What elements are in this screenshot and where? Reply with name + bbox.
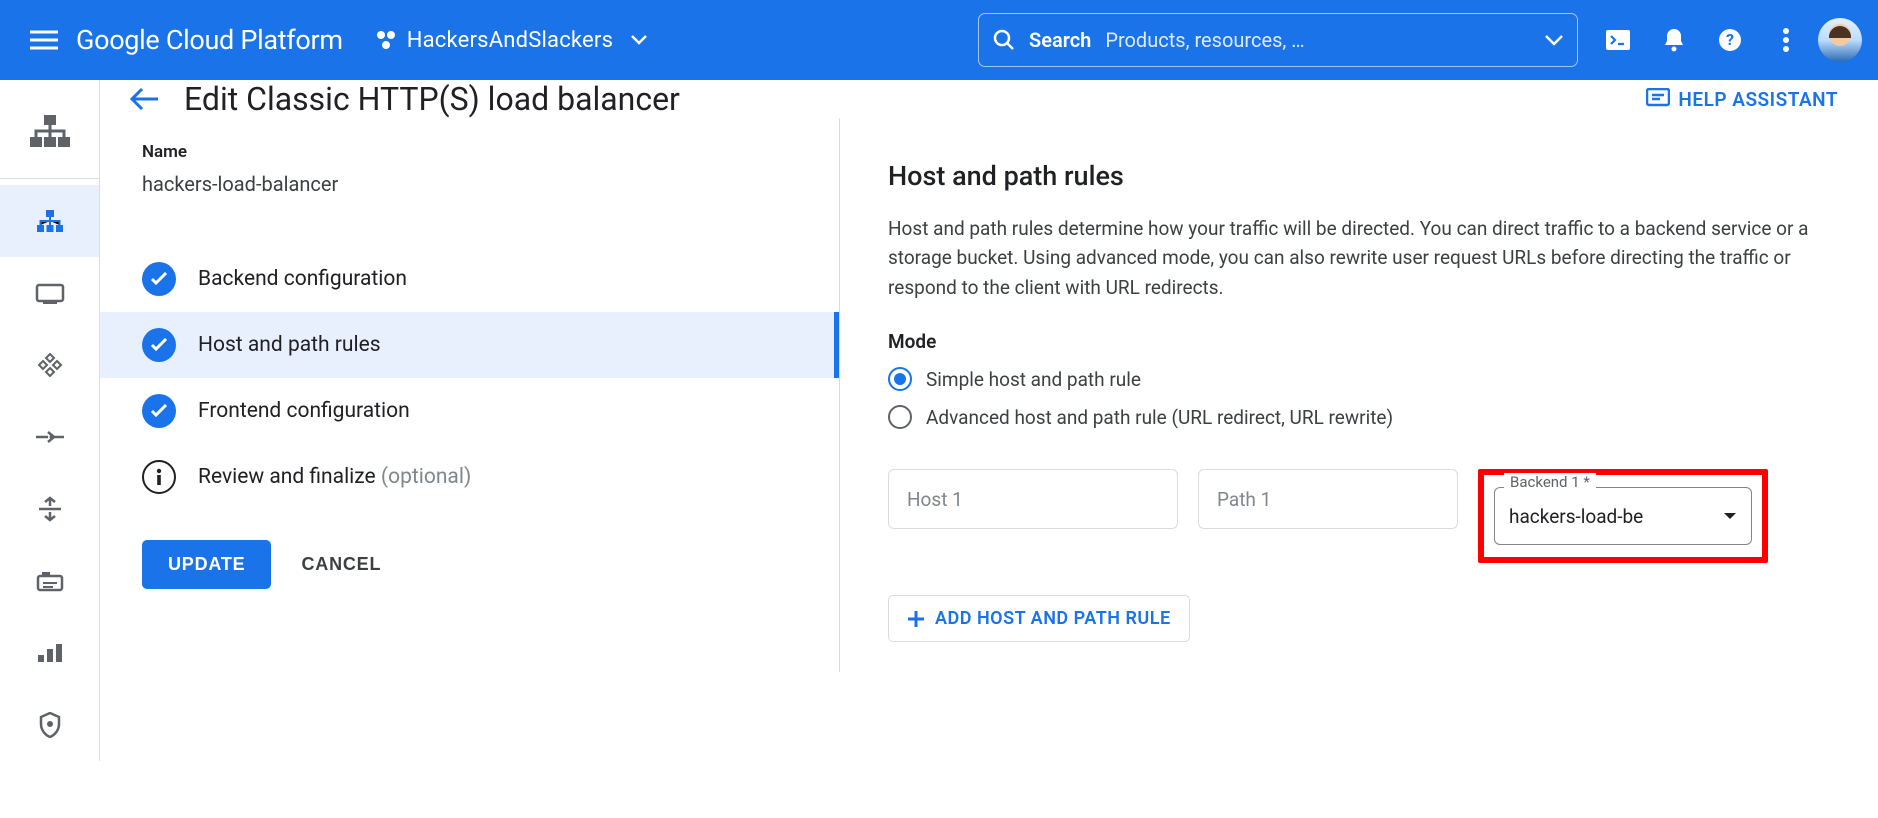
- radio-label: Simple host and path rule: [926, 368, 1141, 391]
- check-icon: [142, 394, 176, 428]
- rail-private-service-icon[interactable]: [0, 689, 99, 761]
- rail-network-services-icon[interactable]: [0, 92, 99, 172]
- review-optional: (optional): [381, 465, 471, 489]
- left-rail: [0, 80, 100, 761]
- path-placeholder: Path 1: [1217, 488, 1271, 511]
- step-label: Backend configuration: [198, 267, 407, 291]
- backend-highlight-box: hackers-load-be: [1478, 469, 1768, 563]
- name-label: Name: [142, 142, 809, 162]
- hamburger-menu[interactable]: [16, 12, 72, 68]
- left-config-panel: Name hackers-load-balancer Backend confi…: [100, 118, 840, 672]
- more-icon[interactable]: [1770, 24, 1802, 56]
- radio-label: Advanced host and path rule (URL redirec…: [926, 406, 1393, 429]
- info-icon: [142, 460, 176, 494]
- chevron-down-icon: [631, 35, 647, 45]
- rule-row-1: Host 1 Path 1 hackers-load-be: [888, 469, 1830, 563]
- rail-cloud-nat-icon[interactable]: [0, 401, 99, 473]
- page-header-row: Edit Classic HTTP(S) load balancer HELP …: [100, 80, 1878, 118]
- hamburger-icon: [30, 30, 58, 50]
- project-icon: [375, 29, 397, 51]
- review-text: Review and finalize: [198, 465, 376, 489]
- radio-icon: [888, 367, 912, 391]
- step-frontend-configuration[interactable]: Frontend configuration: [100, 378, 839, 444]
- project-name: HackersAndSlackers: [407, 28, 613, 53]
- rail-cloud-cdn-icon[interactable]: [0, 329, 99, 401]
- page-title: Edit Classic HTTP(S) load balancer: [184, 80, 680, 118]
- cancel-button[interactable]: CANCEL: [301, 554, 381, 575]
- top-header: Google Cloud Platform HackersAndSlackers…: [0, 0, 1878, 80]
- action-buttons: UPDATE CANCEL: [100, 510, 839, 589]
- user-avatar[interactable]: [1818, 18, 1862, 62]
- main-content: Edit Classic HTTP(S) load balancer HELP …: [100, 80, 1878, 761]
- project-selector[interactable]: HackersAndSlackers: [375, 28, 647, 53]
- add-host-path-rule-button[interactable]: ADD HOST AND PATH RULE: [888, 595, 1190, 642]
- search-bar[interactable]: Search Products, resources, …: [978, 13, 1578, 67]
- radio-advanced-mode[interactable]: Advanced host and path rule (URL redirec…: [888, 405, 1830, 429]
- search-label: Search: [1029, 28, 1091, 52]
- help-assistant-button[interactable]: HELP ASSISTANT: [1646, 88, 1838, 111]
- step-review-and-finalize[interactable]: Review and finalize (optional): [100, 444, 839, 510]
- radio-icon: [888, 405, 912, 429]
- chevron-down-icon: [1545, 35, 1563, 46]
- step-backend-configuration[interactable]: Backend configuration: [100, 246, 839, 312]
- svg-text:?: ?: [1726, 30, 1734, 49]
- step-host-and-path-rules[interactable]: Host and path rules: [100, 312, 839, 378]
- search-icon: [993, 29, 1015, 51]
- update-button[interactable]: UPDATE: [142, 540, 271, 589]
- host-placeholder: Host 1: [907, 488, 963, 511]
- notifications-icon[interactable]: [1658, 24, 1690, 56]
- search-placeholder: Products, resources, …: [1105, 28, 1531, 52]
- step-label: Host and path rules: [198, 333, 381, 357]
- rail-cloud-domains-icon[interactable]: [0, 617, 99, 689]
- search-container: Search Products, resources, …: [978, 13, 1578, 67]
- step-label: Frontend configuration: [198, 399, 410, 423]
- name-value: hackers-load-balancer: [142, 172, 809, 196]
- config-steps-list: Backend configuration Host and path rule…: [100, 246, 839, 510]
- gcp-logo[interactable]: Google Cloud Platform: [76, 24, 343, 56]
- split-content: Name hackers-load-balancer Backend confi…: [100, 118, 1878, 672]
- rail-traffic-director-icon[interactable]: [0, 473, 99, 545]
- section-description: Host and path rules determine how your t…: [888, 214, 1830, 302]
- backend-select[interactable]: hackers-load-be: [1494, 487, 1752, 545]
- path-input[interactable]: Path 1: [1198, 469, 1458, 529]
- rail-service-directory-icon[interactable]: [0, 545, 99, 617]
- rail-load-balancing-icon[interactable]: [0, 185, 99, 257]
- plus-icon: [907, 610, 925, 628]
- section-title: Host and path rules: [888, 160, 1830, 192]
- step-label: Review and finalize (optional): [198, 465, 471, 489]
- header-icon-group: ?: [1602, 24, 1802, 56]
- body: Edit Classic HTTP(S) load balancer HELP …: [0, 80, 1878, 761]
- radio-simple-mode[interactable]: Simple host and path rule: [888, 367, 1830, 391]
- cloud-shell-icon[interactable]: [1602, 24, 1634, 56]
- help-assistant-label: HELP ASSISTANT: [1678, 88, 1838, 111]
- mode-label: Mode: [888, 330, 1830, 353]
- back-button[interactable]: [130, 87, 160, 111]
- check-icon: [142, 262, 176, 296]
- rail-cloud-dns-icon[interactable]: [0, 257, 99, 329]
- check-icon: [142, 328, 176, 362]
- backend-value: hackers-load-be: [1509, 505, 1643, 528]
- add-rule-label: ADD HOST AND PATH RULE: [935, 608, 1171, 629]
- load-balancer-name-section: Name hackers-load-balancer: [100, 118, 839, 226]
- chat-icon: [1646, 88, 1670, 110]
- logo-text: Google Cloud Platform: [76, 24, 343, 56]
- help-icon[interactable]: ?: [1714, 24, 1746, 56]
- caret-down-icon: [1723, 512, 1737, 520]
- host-input[interactable]: Host 1: [888, 469, 1178, 529]
- right-detail-panel: Host and path rules Host and path rules …: [840, 118, 1878, 672]
